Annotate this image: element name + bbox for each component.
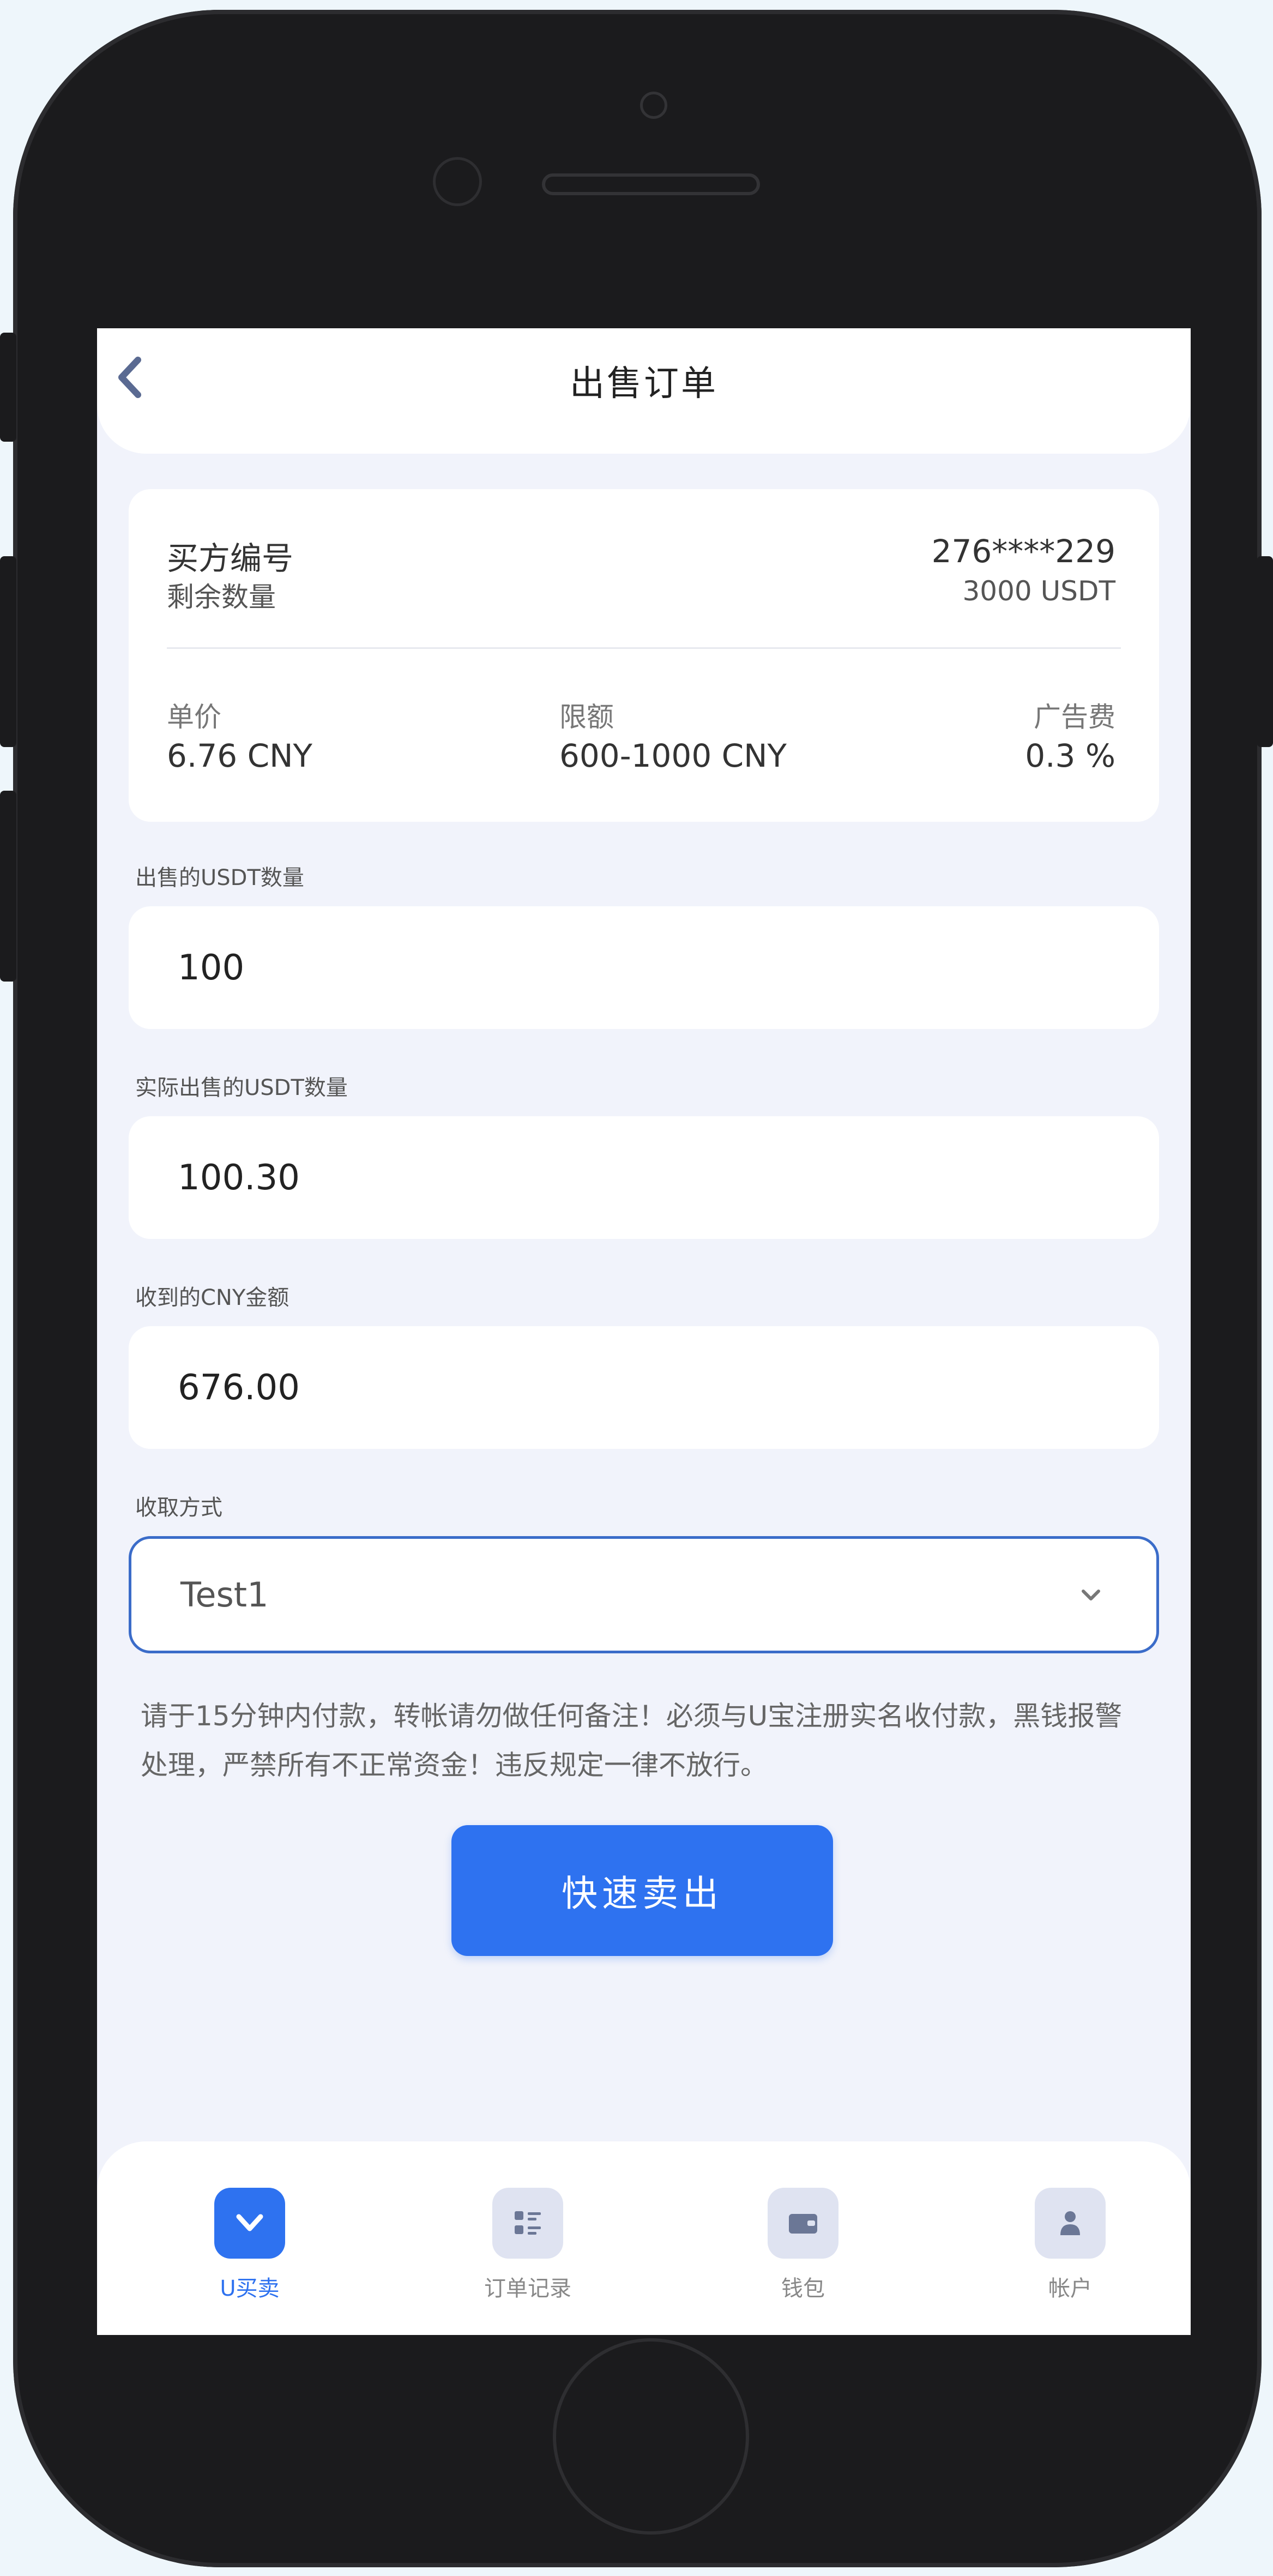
bottom-tab-bar: U买卖 订单记录 钱包 帐户	[97, 2141, 1191, 2335]
tab-label: 钱包	[781, 2276, 825, 2301]
chevron-down-icon	[1082, 1589, 1100, 1600]
tab-trade[interactable]: U买卖	[179, 2188, 321, 2302]
payment-method-value: Test1	[180, 1575, 269, 1615]
tab-label: 订单记录	[484, 2276, 571, 2301]
price-label: 单价	[167, 701, 221, 733]
card-divider	[167, 647, 1121, 649]
volume-up-button	[0, 556, 16, 747]
camera-icon	[640, 92, 667, 119]
cny-amount-field[interactable]: 676.00	[129, 1326, 1159, 1449]
tab-label: 帐户	[1048, 2276, 1092, 2301]
app-screen: 出售订单 买方编号 276****229 剩余数量 3000 USDT 单价 6…	[97, 328, 1191, 2335]
fee-value: 0.3 %	[1025, 737, 1115, 774]
tab-label: U买卖	[220, 2276, 280, 2301]
power-button	[1257, 556, 1273, 747]
tab-wallet[interactable]: 钱包	[732, 2188, 874, 2302]
payment-method-select[interactable]: Test1	[129, 1536, 1159, 1653]
chevron-down-icon	[214, 2188, 285, 2259]
user-icon	[1035, 2188, 1106, 2259]
tab-orders[interactable]: 订单记录	[457, 2188, 599, 2302]
cny-amount-label: 收到的CNY金额	[135, 1285, 289, 1310]
price-value: 6.76 CNY	[167, 737, 312, 774]
order-list-icon	[492, 2188, 563, 2259]
payment-method-label: 收取方式	[135, 1495, 222, 1520]
mute-switch	[0, 333, 16, 442]
wallet-icon	[768, 2188, 838, 2259]
actual-amount-label: 实际出售的USDT数量	[135, 1075, 348, 1100]
sell-amount-label: 出售的USDT数量	[135, 865, 304, 890]
top-bar: 出售订单	[97, 328, 1191, 454]
payment-notice: 请于15分钟内付款，转帐请勿做任何备注！必须与U宝注册实名收付款，黑钱报警处理，…	[141, 1700, 1123, 1781]
actual-amount-field[interactable]: 100.30	[129, 1116, 1159, 1239]
sell-amount-input[interactable]: 100	[129, 906, 1159, 1029]
order-info-card: 买方编号 276****229 剩余数量 3000 USDT 单价 6.76 C…	[129, 489, 1159, 822]
fee-label: 广告费	[1034, 701, 1115, 733]
speaker-grille	[542, 173, 760, 195]
volume-down-button	[0, 791, 16, 982]
limit-label: 限额	[559, 701, 614, 733]
home-button[interactable]	[553, 2338, 749, 2535]
remaining-value: 3000 USDT	[962, 575, 1115, 607]
page-title: 出售订单	[570, 364, 718, 404]
limit-value: 600-1000 CNY	[559, 737, 787, 774]
tab-account[interactable]: 帐户	[999, 2188, 1141, 2302]
quick-sell-button[interactable]: 快速卖出	[451, 1825, 833, 1956]
sensor-icon	[433, 157, 482, 206]
remaining-label: 剩余数量	[167, 581, 276, 613]
buyer-id-value: 276****229	[931, 533, 1115, 570]
buyer-id-label: 买方编号	[167, 540, 294, 577]
